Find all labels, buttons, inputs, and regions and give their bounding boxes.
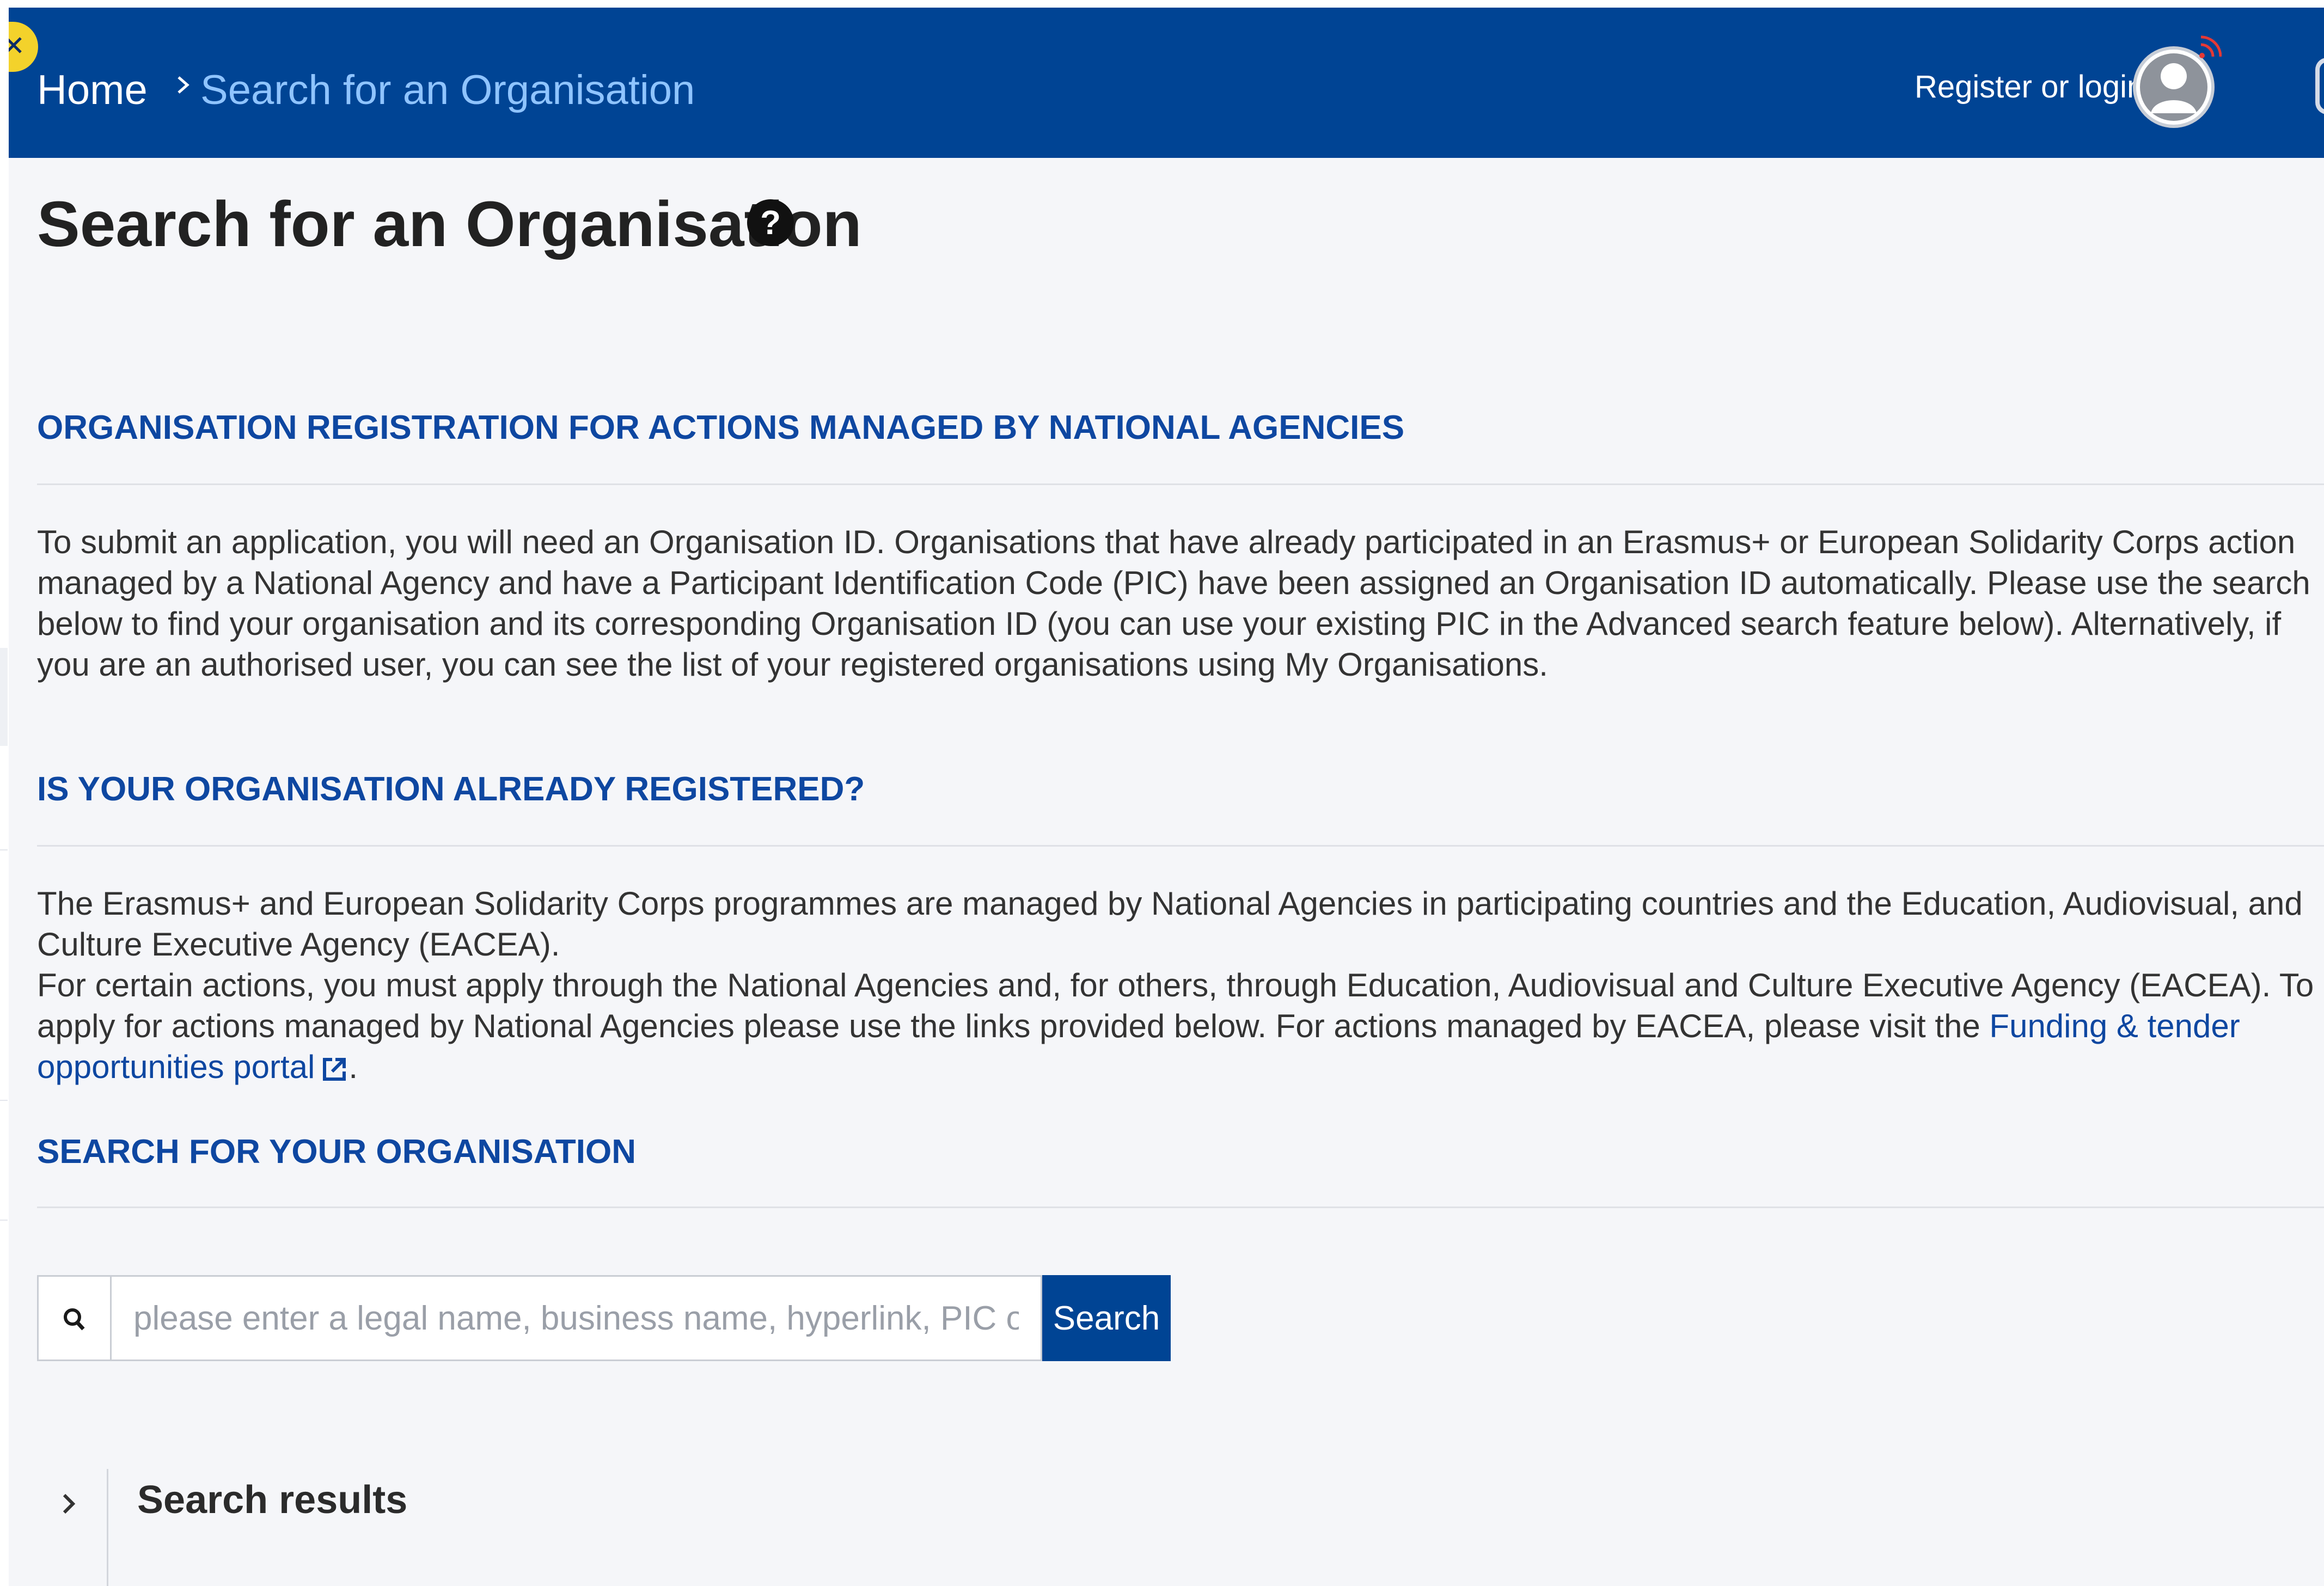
user-avatar-icon[interactable] bbox=[2129, 32, 2222, 135]
actions-text-end: . bbox=[348, 1049, 358, 1085]
results-expand-toggle[interactable] bbox=[52, 1487, 85, 1520]
top-navigation-bar: Home Search for an Organisation Register… bbox=[9, 8, 2324, 158]
search-results-title: Search results bbox=[137, 1478, 408, 1522]
gutter-divider bbox=[0, 1100, 8, 1101]
organisation-search-input[interactable] bbox=[110, 1275, 1042, 1361]
search-button[interactable]: Search bbox=[1042, 1275, 1171, 1361]
side-panel-toggle[interactable] bbox=[2315, 58, 2324, 114]
results-divider bbox=[107, 1469, 108, 1586]
page-title: Search for an Organisation bbox=[37, 188, 862, 260]
already-registered-text: The Erasmus+ and European Solidarity Cor… bbox=[37, 883, 2324, 1093]
left-gutter bbox=[0, 0, 9, 1586]
chevron-right-icon bbox=[167, 69, 199, 101]
section-divider bbox=[37, 483, 2324, 485]
registration-heading: ORGANISATION REGISTRATION FOR ACTIONS MA… bbox=[37, 409, 1405, 446]
registration-paragraph: To submit an application, you will need … bbox=[37, 524, 2310, 683]
registration-text: To submit an application, you will need … bbox=[37, 522, 2324, 685]
close-button[interactable] bbox=[9, 22, 38, 72]
gutter-divider bbox=[0, 849, 8, 850]
register-or-login-link[interactable]: Register or login bbox=[1915, 69, 2144, 105]
search-icon bbox=[64, 1308, 85, 1331]
actions-text: For certain actions, you must apply thro… bbox=[37, 967, 2314, 1044]
search-heading: SEARCH FOR YOUR ORGANISATION bbox=[37, 1133, 636, 1171]
gutter-divider bbox=[0, 1220, 8, 1221]
external-link-icon bbox=[320, 1052, 348, 1093]
already-registered-heading: IS YOUR ORGANISATION ALREADY REGISTERED? bbox=[37, 770, 865, 808]
page-container: Home Search for an Organisation Register… bbox=[9, 8, 2324, 1586]
help-icon[interactable]: ? bbox=[747, 199, 794, 246]
organisation-search-bar: Search bbox=[37, 1275, 1171, 1361]
actions-paragraph: For certain actions, you must apply thro… bbox=[37, 965, 2324, 1093]
close-icon bbox=[9, 37, 22, 53]
search-icon-cell bbox=[37, 1275, 110, 1361]
section-divider bbox=[37, 845, 2324, 847]
chevron-right-icon bbox=[63, 1493, 76, 1514]
programmes-paragraph: The Erasmus+ and European Solidarity Cor… bbox=[37, 885, 2303, 963]
gutter-highlight bbox=[0, 648, 8, 746]
section-divider bbox=[37, 1207, 2324, 1208]
breadcrumb-current: Search for an Organisation bbox=[200, 67, 695, 113]
breadcrumb-home-link[interactable]: Home bbox=[37, 66, 148, 114]
